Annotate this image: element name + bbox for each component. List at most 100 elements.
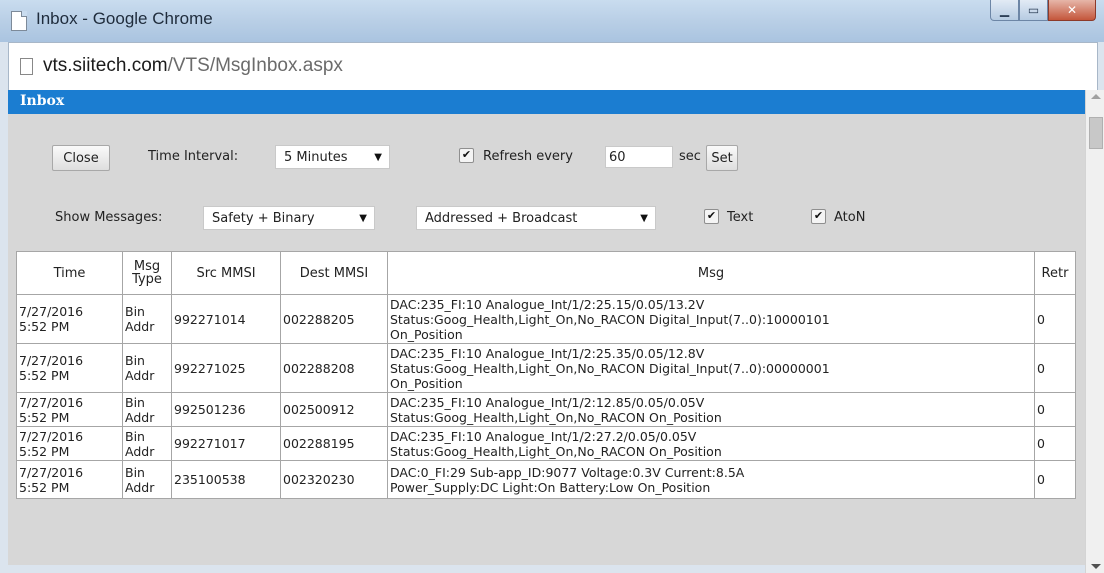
- cell-dest-mmsi-value: 002288208: [283, 360, 355, 376]
- cell-retr: 0: [1034, 460, 1076, 499]
- cell-time-date: 7/27/2016: [19, 428, 84, 444]
- maximize-button[interactable]: ▭: [1019, 0, 1048, 21]
- cell-time: 7/27/2016 5:52 PM: [16, 392, 123, 427]
- table-row[interactable]: 7/27/2016 5:52 PM Bin Addr 992501236 00250091…: [16, 392, 1076, 427]
- cell-msg-type-mode: Addr: [125, 409, 155, 425]
- cell-dest-mmsi: 002288208: [280, 343, 388, 393]
- cell-msg-line: DAC:235_FI:10 Analogue_Int/1/2:25.15/0.0…: [390, 296, 705, 312]
- cell-msg-type-mode: Addr: [125, 319, 155, 334]
- inbox-title: Inbox: [20, 93, 65, 109]
- table-row[interactable]: 7/27/2016 5:52 PM Bin Addr 992271014 00228820…: [16, 294, 1076, 344]
- page-content: Inbox Close Time Interval: 5 Minutes ▼ ✔…: [8, 90, 1085, 565]
- text-checkbox[interactable]: ✔: [704, 209, 719, 224]
- cell-msg-type-kind: Bin: [125, 304, 145, 319]
- dropdown-arrow-icon: ▼: [359, 213, 367, 224]
- cell-src-mmsi: 992501236: [171, 392, 281, 427]
- table-header-row: Time Msg Type Src MMSI Dest MMSI Msg Ret…: [16, 251, 1076, 295]
- scroll-up-icon[interactable]: [1091, 94, 1101, 99]
- cell-retr-value: 0: [1037, 472, 1045, 487]
- cell-msg-type: Bin Addr: [122, 294, 172, 344]
- cell-dest-mmsi: 002288195: [280, 426, 388, 461]
- inbox-header: Inbox: [8, 90, 1085, 114]
- cell-msg-line: DAC:235_FI:10 Analogue_Int/1/2:12.85/0.0…: [390, 394, 705, 410]
- cell-retr-value: 0: [1037, 402, 1045, 417]
- check-icon: ✔: [461, 148, 472, 161]
- cell-retr: 0: [1034, 392, 1076, 427]
- cell-msg: DAC:235_FI:10 Analogue_Int/1/2:27.2/0.05…: [387, 426, 1035, 461]
- cell-msg-line: Status:Goog_Health,Light_On,No_RACON On_…: [390, 409, 722, 425]
- cell-msg-type-mode: Addr: [125, 368, 155, 383]
- time-interval-select[interactable]: 5 Minutes ▼: [275, 145, 390, 169]
- cell-retr: 0: [1034, 294, 1076, 344]
- set-button[interactable]: Set: [706, 145, 738, 171]
- cell-src-mmsi: 992271014: [171, 294, 281, 344]
- scroll-down-icon[interactable]: [1091, 564, 1101, 569]
- window-title: Inbox - Google Chrome: [36, 9, 213, 28]
- check-icon: ✔: [706, 209, 717, 222]
- cell-msg-line: DAC:0_FI:29 Sub-app_ID:9077 Voltage:0.3V…: [390, 464, 745, 480]
- cell-dest-mmsi: 002500912: [280, 392, 388, 427]
- cell-time-date: 7/27/2016: [19, 394, 84, 410]
- cell-time-clock: 5:52 PM: [19, 319, 70, 334]
- url-path: /VTS/MsgInbox.aspx: [167, 55, 343, 76]
- cell-msg-type-kind: Bin: [125, 428, 145, 444]
- col-header-msg-type[interactable]: Msg Type: [122, 251, 172, 295]
- scroll-thumb[interactable]: [1089, 117, 1103, 149]
- col-header-dest-mmsi[interactable]: Dest MMSI: [280, 251, 388, 295]
- table-body: 7/27/2016 5:52 PM Bin Addr 992271014 00228820…: [16, 294, 1076, 499]
- address-bar[interactable]: vts.siitech.com/VTS/MsgInbox.aspx: [8, 42, 1098, 91]
- cell-time-date: 7/27/2016: [19, 304, 84, 319]
- cell-src-mmsi-value: 992271014: [174, 311, 246, 327]
- show-messages-select[interactable]: Safety + Binary ▼: [203, 206, 375, 230]
- url-text: vts.siitech.com/VTS/MsgInbox.aspx: [43, 55, 343, 77]
- table-row[interactable]: 7/27/2016 5:52 PM Bin Addr 235100538 00232023…: [16, 460, 1076, 499]
- col-header-msg[interactable]: Msg: [387, 251, 1035, 295]
- cell-dest-mmsi: 002320230: [280, 460, 388, 499]
- table-row[interactable]: 7/27/2016 5:52 PM Bin Addr 992271017 00228819…: [16, 426, 1076, 461]
- cell-msg: DAC:235_FI:10 Analogue_Int/1/2:25.15/0.0…: [387, 294, 1035, 344]
- title-bar: Inbox - Google Chrome ▁ ▭ ✕: [0, 0, 1104, 42]
- cell-msg-type: Bin Addr: [122, 343, 172, 393]
- window-controls: ▁ ▭ ✕: [990, 0, 1096, 22]
- refresh-checkbox[interactable]: ✔: [459, 148, 474, 163]
- cell-msg-type-kind: Bin: [125, 394, 145, 410]
- col-header-retr[interactable]: Retr: [1034, 251, 1076, 295]
- cell-dest-mmsi: 002288205: [280, 294, 388, 344]
- cell-time-clock: 5:52 PM: [19, 479, 70, 495]
- close-button[interactable]: Close: [52, 145, 110, 171]
- dropdown-arrow-icon: ▼: [374, 152, 382, 163]
- col-header-time[interactable]: Time: [16, 251, 123, 295]
- dropdown-arrow-icon: ▼: [640, 213, 648, 224]
- cell-msg-type-mode: Addr: [125, 443, 155, 459]
- aton-checkbox[interactable]: ✔: [811, 209, 826, 224]
- cell-msg-line: On_Position: [390, 375, 463, 391]
- page-icon: [11, 11, 27, 31]
- show-messages-label: Show Messages:: [55, 210, 163, 225]
- cell-time: 7/27/2016 5:52 PM: [16, 343, 123, 393]
- cell-msg-line: Status:Goog_Health,Light_On,No_RACON Dig…: [390, 360, 830, 376]
- minimize-button[interactable]: ▁: [990, 0, 1019, 21]
- cell-time: 7/27/2016 5:52 PM: [16, 460, 123, 499]
- show-messages-value: Safety + Binary: [212, 210, 315, 226]
- cell-msg-line: On_Position: [390, 326, 463, 342]
- maximize-icon: ▭: [1027, 3, 1040, 17]
- cell-msg-line: Power_Supply:DC Light:On Battery:Low On_…: [390, 479, 711, 495]
- messages-table: Time Msg Type Src MMSI Dest MMSI Msg Ret…: [16, 251, 1076, 499]
- time-interval-value: 5 Minutes: [284, 149, 348, 165]
- address-filter-select[interactable]: Addressed + Broadcast ▼: [416, 206, 656, 230]
- table-row[interactable]: 7/27/2016 5:52 PM Bin Addr 992271025 00228820…: [16, 343, 1076, 393]
- cell-time-clock: 5:52 PM: [19, 443, 70, 459]
- cell-msg-type: Bin Addr: [122, 426, 172, 461]
- col-header-src-mmsi[interactable]: Src MMSI: [171, 251, 281, 295]
- doc-icon: [20, 58, 33, 75]
- sec-label: sec: [679, 149, 701, 164]
- minimize-icon: ▁: [999, 3, 1010, 17]
- cell-time-date: 7/27/2016: [19, 353, 84, 368]
- cell-msg-line: DAC:235_FI:10 Analogue_Int/1/2:27.2/0.05…: [390, 428, 697, 444]
- refresh-seconds-input[interactable]: 60: [605, 146, 673, 168]
- close-window-button[interactable]: ✕: [1048, 0, 1096, 21]
- vertical-scrollbar[interactable]: [1085, 90, 1104, 573]
- browser-window: Inbox - Google Chrome ▁ ▭ ✕ vts.siitech.…: [0, 0, 1104, 573]
- cell-msg-type: Bin Addr: [122, 460, 172, 499]
- cell-retr-value: 0: [1037, 360, 1045, 376]
